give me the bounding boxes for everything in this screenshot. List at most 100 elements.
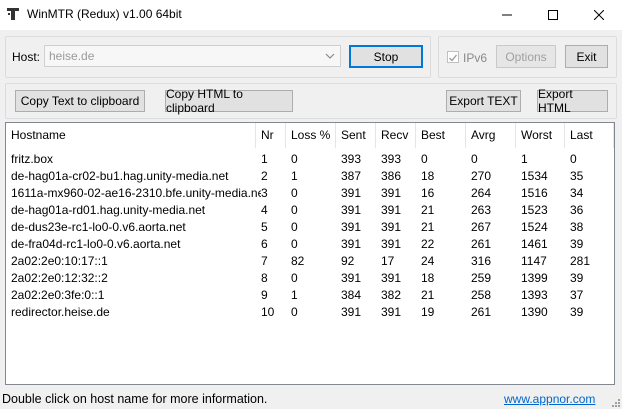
exit-button[interactable]: Exit	[565, 45, 608, 68]
title-bar: WinMTR (Redux) v1.00 64bit	[0, 0, 622, 30]
app-icon	[6, 7, 20, 21]
cell-avrg: 259	[471, 271, 492, 285]
cell-last: 39	[570, 237, 584, 251]
cell-loss: 0	[291, 203, 298, 217]
column-header-best[interactable]: Best	[416, 123, 466, 148]
cell-sent: 391	[341, 203, 362, 217]
cell-last: 39	[570, 305, 584, 319]
cell-last: 35	[570, 169, 584, 183]
table-row[interactable]: 2a02:2e0:3fe:0::1 9 1 384 382 21 258 1393 37	[6, 287, 614, 304]
cell-best: 16	[421, 186, 435, 200]
cell-worst: 1147	[521, 254, 547, 268]
table-row[interactable]: de-dus23e-rc1-lo0-0.v6.aorta.net 5 0 391 391…	[6, 219, 614, 236]
cell-best: 22	[421, 237, 435, 251]
cell-avrg: 270	[471, 169, 492, 183]
cell-worst: 1390	[521, 305, 548, 319]
status-bar: Double click on host name for more infor…	[0, 389, 622, 409]
cell-recv: 391	[381, 203, 402, 217]
column-header-last[interactable]: Last	[565, 123, 614, 148]
table-row[interactable]: redirector.heise.de 10 0 391 391 19 261 1390 39	[6, 304, 614, 321]
table-row[interactable]: de-fra04d-rc1-lo0-0.v6.aorta.net 6 0 391 391…	[6, 236, 614, 253]
maximize-icon	[548, 10, 558, 20]
website-link[interactable]: www.appnor.com	[504, 392, 595, 406]
maximize-button[interactable]	[530, 0, 576, 30]
cell-best: 18	[421, 271, 435, 285]
cell-best: 21	[421, 203, 435, 217]
cell-avrg: 264	[471, 186, 492, 200]
cell-last: 34	[570, 186, 584, 200]
cell-avrg: 263	[471, 203, 492, 217]
cell-recv: 391	[381, 186, 402, 200]
cell-hostname: de-hag01a-cr02-bu1.hag.unity-media.net	[11, 169, 229, 183]
table-row[interactable]: de-hag01a-cr02-bu1.hag.unity-media.net 2 1…	[6, 168, 614, 185]
cell-sent: 387	[341, 169, 362, 183]
cell-sent: 391	[341, 220, 362, 234]
cell-recv: 393	[381, 152, 402, 166]
cell-recv: 391	[381, 305, 402, 319]
cell-avrg: 316	[471, 254, 492, 268]
cell-best: 0	[421, 152, 428, 166]
column-header-hostname[interactable]: Hostname	[6, 123, 256, 148]
cell-worst: 1534	[521, 169, 548, 183]
cell-loss: 1	[291, 288, 298, 302]
cell-last: 37	[570, 288, 584, 302]
cell-worst: 1393	[521, 288, 548, 302]
cell-avrg: 261	[471, 237, 492, 251]
column-header-recv[interactable]: Recv	[376, 123, 416, 148]
cell-recv: 391	[381, 271, 402, 285]
minimize-icon	[502, 14, 512, 16]
cell-hostname: de-hag01a-rd01.hag.unity-media.net	[11, 203, 206, 217]
cell-recv: 382	[381, 288, 402, 302]
column-header-worst[interactable]: Worst	[516, 123, 565, 148]
table-row[interactable]: de-hag01a-rd01.hag.unity-media.net 4 0 391 3…	[6, 202, 614, 219]
options-button[interactable]: Options	[496, 45, 556, 68]
cell-best: 18	[421, 169, 435, 183]
host-combo[interactable]: heise.de	[44, 45, 341, 67]
cell-last: 0	[570, 152, 577, 166]
cell-recv: 17	[381, 254, 395, 268]
column-header-sent[interactable]: Sent	[336, 123, 376, 148]
cell-loss: 0	[291, 152, 298, 166]
cell-recv: 391	[381, 237, 402, 251]
cell-worst: 1516	[521, 186, 548, 200]
cell-sent: 393	[341, 152, 362, 166]
chevron-down-icon[interactable]	[324, 50, 336, 62]
table-row[interactable]: 2a02:2e0:12:32::2 8 0 391 391 18 259 1399 39	[6, 270, 614, 287]
copy-html-button[interactable]: Copy HTML to clipboard	[165, 87, 293, 115]
cell-hostname: 1611a-mx960-02-ae16-2310.bfe.unity-media…	[11, 186, 261, 200]
cell-last: 281	[570, 254, 591, 268]
cell-last: 36	[570, 203, 584, 217]
cell-hostname: de-dus23e-rc1-lo0-0.v6.aorta.net	[11, 220, 186, 234]
column-header-loss[interactable]: Loss %	[286, 123, 336, 148]
close-button[interactable]	[576, 0, 622, 30]
cell-avrg: 267	[471, 220, 492, 234]
minimize-button[interactable]	[484, 0, 530, 30]
cell-loss: 0	[291, 186, 298, 200]
resize-grip-icon[interactable]	[610, 397, 620, 407]
export-html-button[interactable]: Export HTML	[537, 87, 608, 115]
export-text-button[interactable]: Export TEXT	[446, 90, 521, 112]
table-row[interactable]: fritz.box 1 0 393 393 0 0 1 0	[6, 151, 614, 168]
table-row[interactable]: 1611a-mx960-02-ae16-2310.bfe.unity-media…	[6, 185, 614, 202]
cell-hostname: 2a02:2e0:10:17::1	[11, 254, 108, 268]
column-header-nr[interactable]: Nr	[256, 123, 286, 148]
status-text: Double click on host name for more infor…	[2, 392, 268, 406]
host-input[interactable]: heise.de	[49, 49, 94, 63]
copy-text-button[interactable]: Copy Text to clipboard	[15, 90, 145, 112]
results-table[interactable]: Hostname Nr Loss % Sent Recv Best Avrg W…	[5, 122, 615, 385]
table-row[interactable]: 2a02:2e0:10:17::1 7 82 92 17 24 316 1147 281	[6, 253, 614, 270]
cell-worst: 1399	[521, 271, 548, 285]
column-header-avrg[interactable]: Avrg	[466, 123, 516, 148]
cell-avrg: 258	[471, 288, 492, 302]
cell-loss: 1	[291, 169, 298, 183]
cell-best: 21	[421, 288, 435, 302]
close-icon	[594, 10, 604, 20]
cell-best: 24	[421, 254, 435, 268]
cell-worst: 1	[521, 152, 528, 166]
cell-avrg: 261	[471, 305, 492, 319]
cell-worst: 1524	[521, 220, 548, 234]
stop-button[interactable]: Stop	[349, 45, 423, 68]
checkmark-icon	[449, 54, 458, 62]
cell-sent: 384	[341, 288, 362, 302]
ipv6-checkbox[interactable]	[447, 51, 459, 63]
